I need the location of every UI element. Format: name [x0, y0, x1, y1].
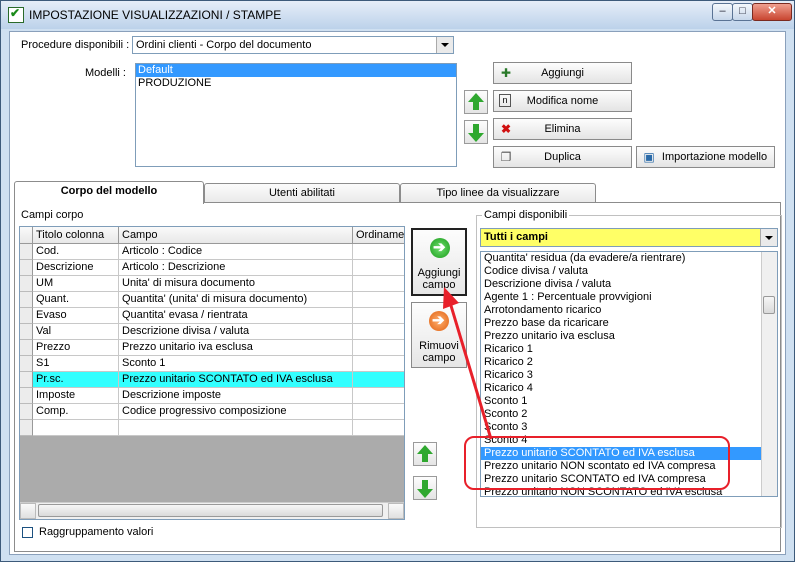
annotation-arrow: [443, 287, 493, 440]
main-window: IMPOSTAZIONE VISUALIZZAZIONI / STAMPE – …: [0, 0, 795, 562]
tab-body-model[interactable]: Corpo del modello: [14, 181, 204, 204]
